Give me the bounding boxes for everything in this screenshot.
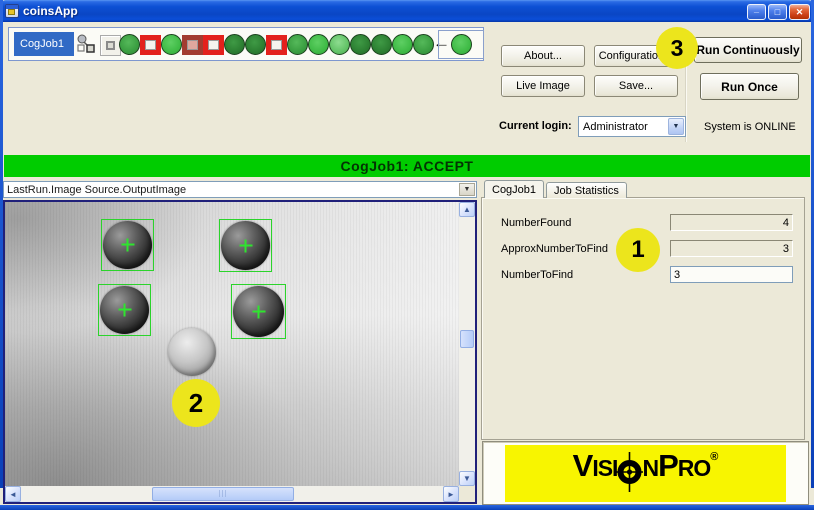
- close-button[interactable]: ✕: [789, 4, 810, 20]
- field-label-numbertofind: NumberToFind: [501, 269, 573, 281]
- live-image-button[interactable]: Live Image: [501, 75, 585, 97]
- app-icon: [5, 4, 19, 18]
- chevron-down-icon: ▼: [464, 186, 471, 193]
- scrollbar-corner: [459, 486, 475, 502]
- status-circle-indicator: [413, 34, 434, 55]
- found-coin-box: [231, 284, 286, 339]
- crosshair-o-icon: [616, 450, 643, 496]
- found-coin-box: [101, 219, 154, 271]
- scroll-left-button[interactable]: ◄: [5, 486, 21, 502]
- annotation-callout-2: 2: [172, 379, 220, 427]
- visionpro-logo: VISI NPRO®: [505, 445, 786, 502]
- window-border-bottom: [0, 505, 814, 510]
- status-circle-indicator: [161, 34, 182, 55]
- image-source-dropdown[interactable]: LastRun.Image Source.OutputImage ▼: [3, 181, 477, 198]
- tool-square-icon[interactable]: [100, 35, 121, 56]
- trailing-shape-holder: [438, 30, 484, 59]
- status-final-indicator: [451, 34, 472, 55]
- scroll-left-icon: ◄: [9, 490, 17, 499]
- job-toolbar: CogJob1 ←: [8, 27, 484, 61]
- about-button[interactable]: About...: [501, 45, 585, 67]
- image-viewer: ▲ ▼ ◄ ||| ►: [3, 200, 477, 504]
- image-source-dropdown-arrow[interactable]: ▼: [459, 183, 475, 196]
- horizontal-scroll-thumb[interactable]: |||: [152, 487, 294, 501]
- window-border-left: [0, 0, 3, 488]
- vertical-scrollbar[interactable]: ▲ ▼: [459, 202, 475, 486]
- chevron-down-icon: ▼: [673, 123, 680, 130]
- image-source-value: LastRun.Image Source.OutputImage: [7, 184, 186, 196]
- annotation-callout-1: 1: [616, 228, 660, 272]
- visionpro-logo-text: VISI NPRO®: [573, 450, 719, 496]
- current-login-label: Current login:: [499, 120, 572, 132]
- coin: [168, 328, 216, 376]
- logo-letter: N: [642, 457, 658, 480]
- status-square-indicator: [182, 35, 203, 55]
- scroll-right-button[interactable]: ►: [443, 486, 459, 502]
- scroll-up-button[interactable]: ▲: [459, 202, 475, 217]
- field-value-numbertofind[interactable]: 3: [670, 266, 793, 283]
- field-value-numberfound: 4: [670, 214, 793, 231]
- status-square-indicator: [140, 35, 161, 55]
- status-circle-indicator: [245, 34, 266, 55]
- status-shapes-row: [119, 34, 434, 55]
- match-crosshair-icon: [252, 305, 265, 318]
- link-tool-icon[interactable]: [75, 33, 99, 57]
- scroll-down-icon: ▼: [463, 474, 471, 483]
- scroll-down-button[interactable]: ▼: [459, 471, 475, 486]
- logo-panel: VISI NPRO®: [482, 441, 809, 505]
- horizontal-scrollbar[interactable]: ◄ ||| ►: [5, 486, 459, 502]
- window-title: coinsApp: [23, 4, 78, 18]
- field-value-approxnumbertofind: 3: [670, 240, 793, 257]
- status-square-indicator: [203, 35, 224, 55]
- logo-letters: RO: [678, 457, 711, 480]
- vertical-scroll-thumb[interactable]: [460, 330, 474, 348]
- tab-strip: CogJob1Job Statistics: [484, 180, 629, 198]
- status-circle-indicator: [308, 34, 329, 55]
- status-circle-indicator: [329, 34, 350, 55]
- status-circle-indicator: [224, 34, 245, 55]
- job-name-label[interactable]: CogJob1: [14, 32, 74, 56]
- status-square-indicator: [266, 35, 287, 55]
- login-selected-value: Administrator: [583, 121, 648, 133]
- status-circle-indicator: [119, 34, 140, 55]
- app-window: coinsApp _ □ ✕ CogJob1 ← About... Config…: [0, 0, 814, 510]
- minimize-icon: _: [754, 4, 759, 14]
- tab-job-statistics[interactable]: Job Statistics: [546, 182, 627, 198]
- match-crosshair-icon: [239, 239, 252, 252]
- field-label-numberfound: NumberFound: [501, 217, 571, 229]
- maximize-button[interactable]: □: [768, 4, 787, 20]
- result-banner-text: CogJob1: ACCEPT: [341, 158, 474, 174]
- found-coin-box: [98, 284, 151, 336]
- titlebar: coinsApp _ □ ✕: [0, 0, 814, 22]
- status-circle-indicator: [287, 34, 308, 55]
- run-continuously-button[interactable]: Run Continuously: [694, 37, 802, 63]
- result-banner: CogJob1: ACCEPT: [4, 155, 810, 177]
- maximize-icon: □: [775, 7, 780, 17]
- login-dropdown-arrow[interactable]: ▼: [668, 118, 684, 135]
- scroll-up-icon: ▲: [463, 205, 471, 214]
- logo-letter: P: [658, 450, 678, 481]
- registered-mark: ®: [710, 452, 718, 463]
- field-label-approxnumbertofind: ApproxNumberToFind: [501, 243, 608, 255]
- image-canvas: [5, 202, 459, 486]
- match-crosshair-icon: [121, 239, 134, 252]
- unmatched-coin: [167, 327, 217, 377]
- system-online-status: System is ONLINE: [704, 121, 796, 133]
- found-coin-box: [219, 219, 272, 272]
- close-icon: ✕: [796, 7, 804, 18]
- logo-letter: V: [573, 450, 593, 481]
- status-circle-indicator: [392, 34, 413, 55]
- annotation-callout-3: 3: [656, 27, 698, 69]
- thumb-grip: |||: [219, 491, 227, 498]
- match-crosshair-icon: [118, 304, 131, 317]
- save-button[interactable]: Save...: [594, 75, 678, 97]
- minimize-button[interactable]: _: [747, 4, 766, 20]
- tab-cogjob1[interactable]: CogJob1: [484, 180, 544, 198]
- run-once-button[interactable]: Run Once: [700, 73, 799, 100]
- status-circle-indicator: [350, 34, 371, 55]
- logo-letters: ISI: [592, 457, 617, 480]
- scroll-right-icon: ►: [447, 490, 455, 499]
- login-dropdown[interactable]: Administrator ▼: [578, 116, 686, 137]
- status-circle-indicator: [371, 34, 392, 55]
